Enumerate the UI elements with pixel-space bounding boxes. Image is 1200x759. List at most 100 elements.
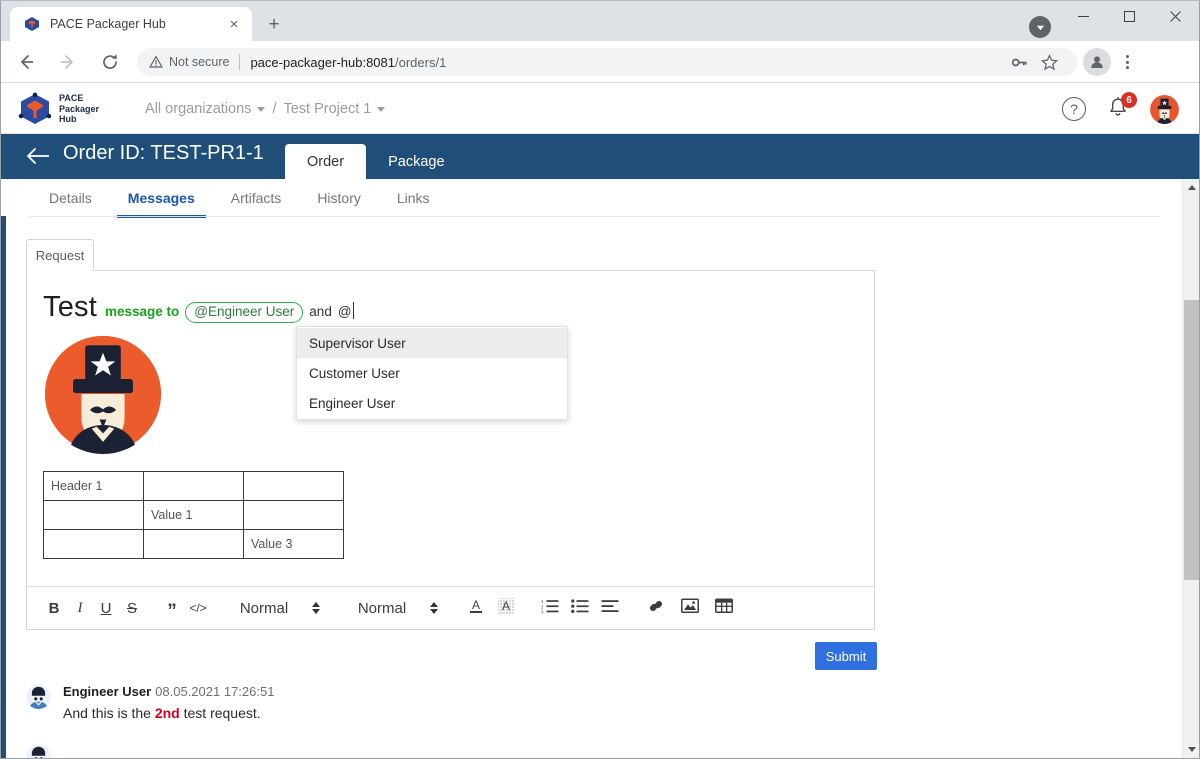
align-button[interactable]	[595, 593, 625, 623]
app-logo[interactable]: PACE Packager Hub	[18, 92, 99, 126]
heading-select-stepper[interactable]	[303, 593, 329, 623]
strikethrough-button[interactable]: S	[119, 593, 145, 623]
tab-package[interactable]: Package	[366, 144, 466, 179]
tab-search-icon[interactable]	[1029, 16, 1051, 38]
heading-select[interactable]: Normal	[225, 593, 303, 623]
font-color-icon: A	[467, 597, 485, 619]
message-green-text: message to	[105, 304, 180, 319]
header-actions: ? 6	[1062, 92, 1179, 124]
message-content: Engineer User 08.05.2021 17:26:51 And thi…	[63, 684, 274, 721]
breadcrumb-project-label: Test Project 1	[283, 101, 372, 117]
forward-button[interactable]	[51, 45, 85, 79]
mention-trigger: @	[338, 302, 354, 319]
background-color-button[interactable]: A	[491, 593, 521, 623]
tab-order[interactable]: Order	[285, 144, 367, 179]
sub-tabs-divider	[30, 216, 1160, 217]
list-item: Engineer User 08.05.2021 17:26:51 And thi…	[26, 684, 866, 721]
tab-links[interactable]: Links	[379, 179, 448, 216]
order-header-bar: Order ID: TEST-PR1-1 Order Package	[1, 134, 1199, 179]
browser-tab[interactable]: PACE Packager Hub ×	[10, 7, 252, 41]
text-color-button[interactable]: A	[461, 593, 491, 623]
ordered-list-button[interactable]: 1 2 3	[535, 593, 565, 623]
table-cell: Value 1	[143, 500, 244, 530]
new-tab-button[interactable]: +	[262, 12, 286, 36]
mention-option-customer-user[interactable]: Customer User	[297, 358, 567, 388]
table-cell	[143, 471, 244, 501]
mention-option-supervisor-user[interactable]: Supervisor User	[297, 328, 567, 358]
back-arrow-icon[interactable]	[25, 144, 51, 173]
stepper-arrows-icon	[312, 602, 320, 614]
align-icon	[601, 598, 619, 618]
bullet-list-icon	[571, 598, 589, 618]
table-row: Value 3	[43, 529, 344, 559]
stepper-arrows-icon	[430, 602, 438, 614]
back-button[interactable]	[9, 45, 43, 79]
breadcrumb-separator: /	[272, 101, 277, 117]
minimize-button[interactable]	[1060, 0, 1106, 32]
mention-option-engineer-user[interactable]: Engineer User	[297, 388, 567, 418]
page-scrollbar[interactable]	[1182, 179, 1199, 758]
notifications-button[interactable]: 6	[1106, 92, 1137, 122]
table-cell: Header 1	[43, 471, 144, 501]
text-caret	[352, 302, 354, 319]
message-table: Header 1 Value 1 Value 3	[43, 471, 344, 559]
reload-button[interactable]	[93, 45, 127, 79]
breadcrumb-organization[interactable]: All organizations	[145, 101, 266, 117]
star-icon[interactable]	[1035, 48, 1063, 76]
message-image	[43, 334, 163, 454]
underline-button[interactable]: U	[93, 593, 119, 623]
message-editor-body[interactable]: Test message to @Engineer User and @ Hea…	[27, 271, 874, 587]
kebab-menu-icon[interactable]	[1113, 48, 1141, 76]
table-cell: Value 3	[243, 529, 344, 559]
submit-button[interactable]: Submit	[815, 642, 877, 670]
highlight-color-icon: A	[497, 597, 515, 619]
message-text-bold: 2nd	[154, 705, 180, 721]
code-block-button[interactable]: </>	[185, 593, 211, 623]
security-indicator[interactable]: Not secure	[149, 55, 229, 69]
tab-details[interactable]: Details	[31, 179, 110, 216]
notifications-badge: 6	[1121, 92, 1137, 108]
message-editor[interactable]: Test message to @Engineer User and @ Hea…	[26, 270, 875, 630]
browser-profile-icon[interactable]	[1083, 48, 1111, 76]
key-icon[interactable]	[1005, 48, 1033, 76]
message-conjunction: and	[309, 304, 332, 319]
browser-tab-title: PACE Packager Hub	[50, 17, 166, 31]
italic-button[interactable]: I	[67, 593, 93, 623]
sub-tabs: Details Messages Artifacts History Links	[1, 179, 1181, 218]
address-bar[interactable]: Not secure pace-packager-hub:8081/orders…	[137, 48, 1077, 76]
insert-table-button[interactable]	[707, 593, 741, 623]
message-first-line: Test message to @Engineer User and @	[43, 291, 858, 324]
font-select-stepper[interactable]	[421, 593, 447, 623]
avatar[interactable]	[1150, 94, 1179, 124]
chevron-down-icon	[257, 106, 266, 112]
tab-artifacts[interactable]: Artifacts	[213, 179, 300, 216]
table-row: Value 1	[43, 500, 344, 530]
insert-link-button[interactable]	[639, 593, 673, 623]
font-select[interactable]: Normal	[343, 593, 421, 623]
insert-image-button[interactable]	[673, 593, 707, 623]
bold-button[interactable]: B	[41, 593, 67, 623]
mention-autocomplete-dropdown[interactable]: Supervisor User Customer User Engineer U…	[296, 326, 568, 420]
brand-line-1: PACE	[59, 93, 84, 104]
security-label: Not secure	[169, 55, 230, 69]
brand-wordmark: PACE Packager Hub	[59, 93, 99, 125]
tab-request[interactable]: Request	[26, 239, 94, 271]
message-text-after: test request.	[179, 705, 261, 721]
tab-messages[interactable]: Messages	[110, 179, 213, 218]
scroll-down-arrow-icon[interactable]	[1183, 741, 1200, 758]
maximize-button[interactable]	[1106, 0, 1152, 32]
mention-pill[interactable]: @Engineer User	[185, 302, 304, 323]
scroll-up-arrow-icon[interactable]	[1183, 179, 1200, 196]
breadcrumb-project[interactable]: Test Project 1	[283, 101, 386, 117]
window-border-top	[0, 0, 1200, 1]
blockquote-button[interactable]: ”	[159, 593, 185, 623]
scrollbar-thumb[interactable]	[1184, 300, 1199, 580]
message-heading: Test	[43, 291, 97, 323]
window-controls	[1060, 0, 1199, 32]
tab-history[interactable]: History	[299, 179, 379, 216]
bullet-list-button[interactable]	[565, 593, 595, 623]
message-author: Engineer User	[63, 684, 152, 699]
close-tab-icon[interactable]: ×	[224, 14, 244, 34]
help-icon[interactable]: ?	[1062, 97, 1086, 121]
close-window-button[interactable]	[1152, 0, 1198, 32]
